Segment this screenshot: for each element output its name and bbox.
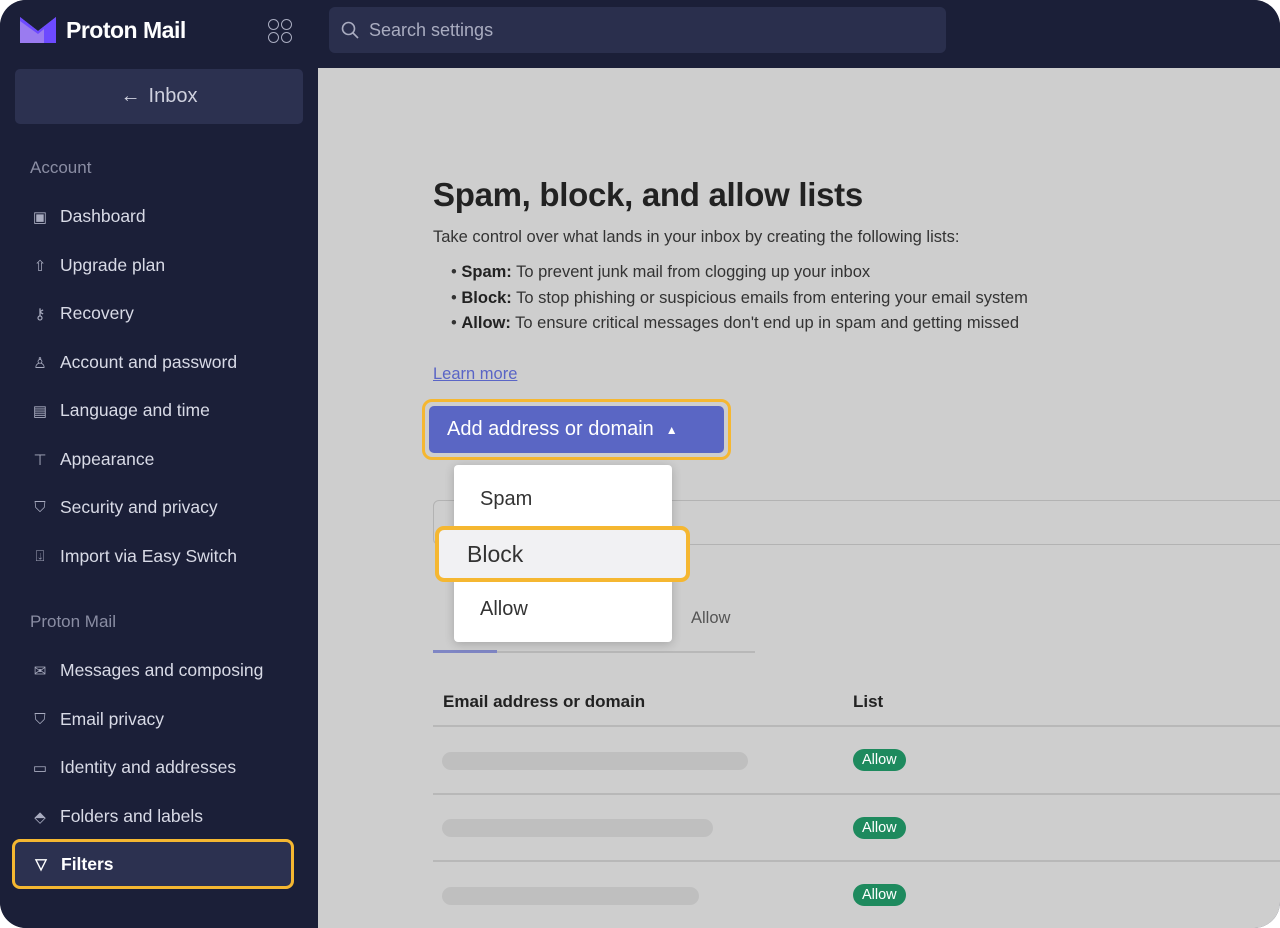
back-label: Inbox bbox=[149, 85, 198, 108]
address-placeholder bbox=[442, 887, 699, 905]
bullet-allow: • Allow: To ensure critical messages don… bbox=[451, 314, 1019, 333]
term: Allow: bbox=[461, 314, 511, 332]
logo[interactable]: Proton Mail bbox=[20, 15, 186, 45]
label: Account and password bbox=[60, 352, 237, 373]
column-header-list: List bbox=[853, 692, 883, 712]
text: To prevent junk mail from clogging up yo… bbox=[512, 263, 870, 281]
shield-icon: ⛉ bbox=[30, 498, 50, 518]
intro-text: Take control over what lands in your inb… bbox=[433, 228, 959, 247]
label: Folders and labels bbox=[60, 806, 203, 827]
label: Identity and addresses bbox=[60, 757, 236, 778]
label: Import via Easy Switch bbox=[60, 546, 237, 567]
caret-up-icon: ▲ bbox=[666, 423, 678, 437]
page-title: Spam, block, and allow lists bbox=[433, 176, 863, 214]
label: Dashboard bbox=[60, 206, 146, 227]
learn-more-link[interactable]: Learn more bbox=[433, 365, 517, 384]
sidebar-item-folders-labels[interactable]: ⬘ Folders and labels bbox=[30, 806, 203, 827]
sidebar-item-identity[interactable]: ▭ Identity and addresses bbox=[30, 757, 236, 778]
upgrade-icon: ⇧ bbox=[30, 256, 50, 276]
column-header-address: Email address or domain bbox=[443, 692, 645, 712]
list-badge: Allow bbox=[853, 749, 906, 771]
user-icon: ♙ bbox=[30, 353, 50, 373]
envelope-icon: ✉ bbox=[30, 661, 50, 681]
add-address-button[interactable]: Add address or domain ▲ bbox=[422, 399, 731, 460]
address-placeholder bbox=[442, 752, 748, 770]
back-to-inbox-button[interactable]: ← Inbox bbox=[15, 69, 303, 124]
dashboard-icon: ▣ bbox=[30, 207, 50, 227]
sidebar-item-recovery[interactable]: ⚷ Recovery bbox=[30, 303, 134, 324]
label: Block bbox=[467, 541, 523, 568]
sidebar-item-upgrade-plan[interactable]: ⇧ Upgrade plan bbox=[30, 255, 165, 276]
filter-icon: ▽ bbox=[31, 854, 51, 874]
text: To ensure critical messages don't end up… bbox=[511, 314, 1019, 332]
label: Security and privacy bbox=[60, 497, 218, 518]
address-placeholder bbox=[442, 819, 713, 837]
search-placeholder: Search settings bbox=[369, 20, 493, 41]
section-title: Account bbox=[30, 158, 91, 178]
id-card-icon: ▭ bbox=[30, 758, 50, 778]
apps-grid-icon[interactable] bbox=[268, 19, 292, 43]
sidebar-item-security-privacy[interactable]: ⛉ Security and privacy bbox=[30, 497, 218, 518]
menu-item-allow[interactable]: Allow bbox=[480, 598, 528, 621]
proton-logo-icon bbox=[20, 15, 56, 45]
tab-allow[interactable]: Allow bbox=[691, 609, 730, 628]
sidebar-item-account-password[interactable]: ♙ Account and password bbox=[30, 352, 237, 373]
label: Recovery bbox=[60, 303, 134, 324]
arrow-left-icon: ← bbox=[121, 85, 141, 108]
shield-icon: ⛉ bbox=[30, 710, 50, 730]
search-input[interactable]: Search settings bbox=[329, 7, 946, 53]
app-name: Proton Mail bbox=[66, 17, 186, 44]
paint-roller-icon: ⊤ bbox=[30, 450, 50, 470]
list-badge: Allow bbox=[853, 817, 906, 839]
sidebar-item-email-privacy[interactable]: ⛉ Email privacy bbox=[30, 709, 164, 730]
search-icon bbox=[341, 21, 359, 39]
sidebar-item-import[interactable]: ⍗ Import via Easy Switch bbox=[30, 546, 237, 567]
app-window: Proton Mail Search settings ← Inbox Accou… bbox=[0, 0, 1280, 928]
divider bbox=[433, 793, 1280, 795]
label: Messages and composing bbox=[60, 660, 263, 681]
sidebar-item-dashboard[interactable]: ▣ Dashboard bbox=[30, 206, 146, 227]
label: Add address or domain bbox=[447, 418, 654, 441]
menu-item-spam[interactable]: Spam bbox=[480, 488, 532, 511]
sidebar-item-appearance[interactable]: ⊤ Appearance bbox=[30, 449, 154, 470]
label: Email privacy bbox=[60, 709, 164, 730]
import-icon: ⍗ bbox=[30, 547, 50, 567]
term: Spam: bbox=[461, 263, 511, 281]
section-title: Proton Mail bbox=[30, 612, 116, 632]
term: Block: bbox=[461, 289, 511, 307]
sidebar-item-messages[interactable]: ✉ Messages and composing bbox=[30, 660, 263, 681]
top-bar: Proton Mail Search settings bbox=[0, 0, 1280, 68]
divider bbox=[433, 860, 1280, 862]
bullet-block: • Block: To stop phishing or suspicious … bbox=[451, 289, 1028, 308]
label: Upgrade plan bbox=[60, 255, 165, 276]
sidebar: ←Inbox Account ▣Dashboard ⇧Upgrade plan … bbox=[0, 68, 318, 928]
language-icon: ▤ bbox=[30, 401, 50, 421]
active-tab-indicator bbox=[433, 650, 497, 653]
label: Appearance bbox=[60, 449, 154, 470]
divider bbox=[433, 725, 1280, 727]
label: Language and time bbox=[60, 400, 210, 421]
sidebar-item-filters[interactable]: ▽ Filters bbox=[12, 839, 294, 889]
menu-item-block[interactable]: Block bbox=[435, 526, 690, 582]
key-icon: ⚷ bbox=[30, 304, 50, 324]
list-badge: Allow bbox=[853, 884, 906, 906]
main-content: Spam, block, and allow lists Take contro… bbox=[318, 68, 1280, 928]
label: Filters bbox=[61, 854, 114, 875]
text: To stop phishing or suspicious emails fr… bbox=[512, 289, 1028, 307]
sidebar-item-language-time[interactable]: ▤ Language and time bbox=[30, 400, 210, 421]
tag-icon: ⬘ bbox=[30, 807, 50, 827]
bullet-spam: • Spam: To prevent junk mail from cloggi… bbox=[451, 263, 870, 282]
